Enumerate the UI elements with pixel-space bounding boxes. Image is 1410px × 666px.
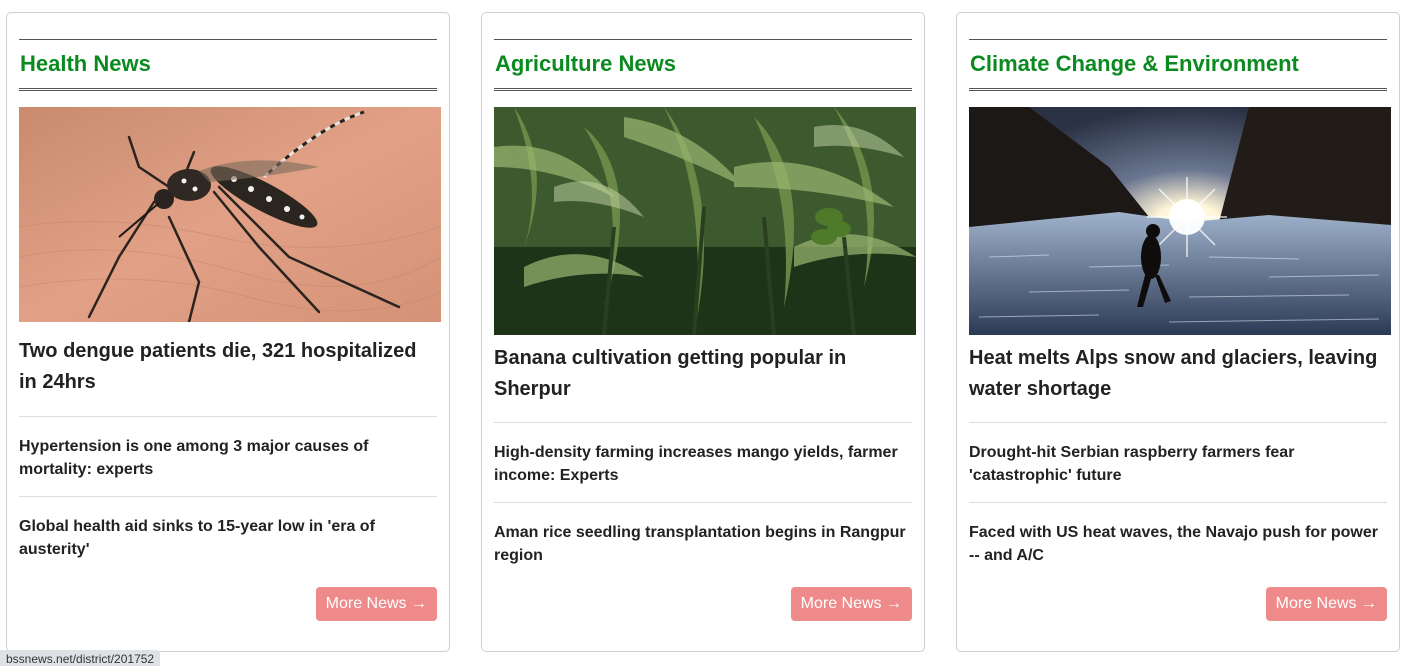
lead-headline[interactable]: Heat melts Alps snow and glaciers, leavi… (969, 343, 1387, 405)
more-news-button[interactable]: More News → (315, 587, 437, 621)
news-item[interactable]: High-density farming increases mango yie… (494, 441, 912, 487)
agriculture-news-card: Agriculture News Banana cultivation gett… (481, 12, 925, 652)
news-item[interactable]: Drought-hit Serbian raspberry farmers fe… (969, 441, 1387, 487)
news-item[interactable]: Global health aid sinks to 15-year low i… (19, 515, 437, 561)
double-rule (19, 88, 437, 91)
status-bar-url: bssnews.net/district/201752 (0, 650, 161, 666)
news-item[interactable]: Hypertension is one among 3 major causes… (19, 435, 437, 481)
news-section-page: Health News Two dengue patients die, 321… (0, 0, 1410, 666)
section-title[interactable]: Agriculture News (494, 40, 912, 88)
more-news-button[interactable]: More News → (1265, 587, 1387, 621)
double-rule (969, 88, 1387, 91)
health-news-card: Health News Two dengue patients die, 321… (6, 12, 450, 652)
more-news-button[interactable]: More News → (790, 587, 912, 621)
section-title[interactable]: Health News (19, 40, 437, 88)
news-item[interactable]: Aman rice seedling transplantation begin… (494, 521, 912, 567)
news-item[interactable]: Faced with US heat waves, the Navajo pus… (969, 521, 1387, 567)
glacier-hiker-photo[interactable] (969, 107, 1391, 335)
mosquito-photo[interactable] (19, 107, 441, 322)
lead-headline[interactable]: Two dengue patients die, 321 hospitalize… (19, 336, 437, 398)
lead-headline[interactable]: Banana cultivation getting popular in Sh… (494, 343, 912, 405)
climate-news-card: Climate Change & Environment Heat melts … (956, 12, 1400, 652)
double-rule (494, 88, 912, 91)
section-title[interactable]: Climate Change & Environment (969, 40, 1387, 88)
banana-plants-photo[interactable] (494, 107, 916, 335)
